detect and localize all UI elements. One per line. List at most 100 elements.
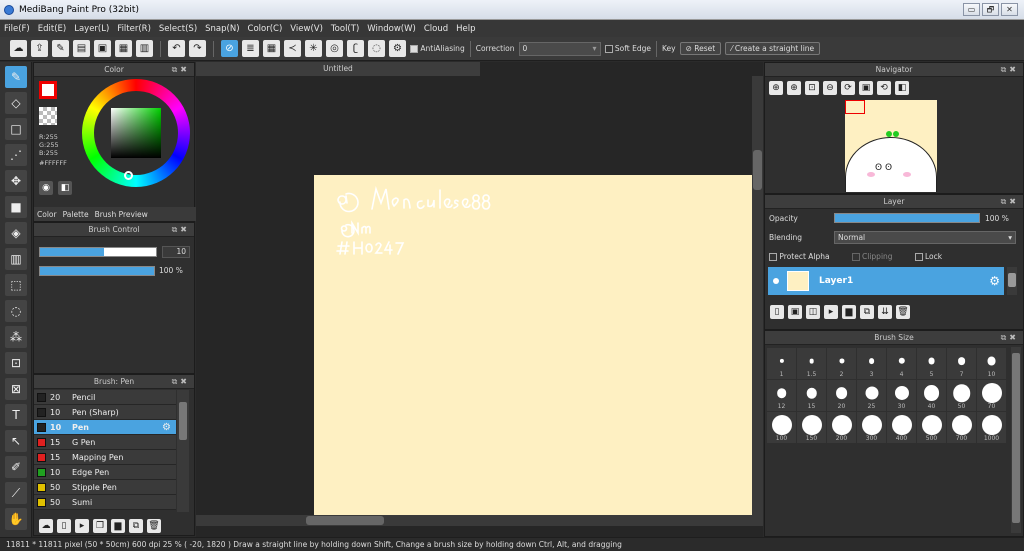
zoom-in-alt-icon[interactable]: ⊕ [787,81,801,95]
menu-window[interactable]: Window(W) [367,24,416,34]
brush-list-item[interactable]: 50 Sumi [34,495,176,510]
lock-checkbox[interactable] [914,253,923,261]
lock-option[interactable]: Lock [914,252,942,261]
brush-list-item[interactable]: 10 Edge Pen [34,465,176,480]
foreground-color-swatch[interactable] [39,81,57,99]
new-halftone-layer-icon[interactable]: ▣ [788,305,802,319]
operation-tool-icon[interactable]: ↖ [5,430,27,452]
menu-color[interactable]: Color(C) [248,24,283,34]
layer-visibility-icon[interactable] [773,278,779,284]
soft-edge-checkbox[interactable] [604,45,613,53]
menu-help[interactable]: Help [456,24,475,34]
brush-size-option[interactable]: 1.5 [797,348,826,379]
panel-controls-icon[interactable]: ⧉✖ [172,63,190,77]
brush-delete-icon[interactable]: 🗑 [147,519,161,533]
undo-icon[interactable]: ↶ [168,40,185,57]
color-wheel-mode-icon[interactable]: ◉ [39,181,53,195]
brush-size-option[interactable]: 70 [977,380,1006,411]
navigator-viewport-rect[interactable] [845,100,865,114]
brush-list-item[interactable]: 50 Stipple Pen [34,480,176,495]
saturation-square[interactable] [111,108,161,158]
fit-icon[interactable]: ⊡ [805,81,819,95]
canvas-tab[interactable]: Untitled [196,62,480,76]
tab-palette[interactable]: Palette [63,210,89,219]
menu-layer[interactable]: Layer(L) [74,24,109,34]
rect-tool-icon[interactable]: □ [5,118,27,140]
lasso-tool-icon[interactable]: ◌ [5,300,27,322]
hue-wheel[interactable] [82,79,190,187]
brush-size-option[interactable]: 400 [887,412,916,443]
brush-size-option[interactable]: 7 [947,348,976,379]
grid-snap-icon[interactable]: ▦ [263,40,280,57]
layer-scrollbar[interactable] [1007,267,1017,295]
brush-size-option[interactable]: 4 [887,348,916,379]
brush-cloud-icon[interactable]: ☁ [39,519,53,533]
hue-marker[interactable] [124,171,133,180]
brush-size-option[interactable]: 15 [797,380,826,411]
protect-alpha-checkbox[interactable] [769,253,777,261]
brush-settings-icon[interactable]: ⚙ [162,422,171,433]
brush-size-option[interactable]: 20 [827,380,856,411]
panel-icon[interactable]: ▥ [136,40,153,57]
menu-filter[interactable]: Filter(R) [117,24,151,34]
brush-size-option[interactable]: 12 [767,380,796,411]
brush-size-option[interactable]: 200 [827,412,856,443]
reset-rotation-icon[interactable]: ⟲ [877,81,891,95]
brush-list-scrollbar[interactable] [177,390,189,512]
menu-snap[interactable]: Snap(N) [205,24,239,34]
correction-select[interactable]: 0 [518,41,601,56]
panel-controls-icon[interactable]: ⧉✖ [1001,63,1019,77]
brush-size-option[interactable]: 1 [767,348,796,379]
canvas-horizontal-scroll-thumb[interactable] [306,516,384,525]
navigator-preview[interactable]: ʘ ʘ [845,100,937,192]
dot-tool-icon[interactable]: ⋰ [5,144,27,166]
upload-icon[interactable]: ⇪ [31,40,48,57]
brush-size-value[interactable]: 10 [162,246,190,258]
brush-size-option[interactable]: 30 [887,380,916,411]
close-button[interactable]: ✕ [1001,3,1018,16]
select-eraser-tool-icon[interactable]: ⊠ [5,378,27,400]
snap-off-icon[interactable]: ⊘ [221,40,238,57]
clipping-checkbox[interactable] [851,253,860,261]
merge-layer-icon[interactable]: ⇊ [878,305,892,319]
brush-add-icon[interactable]: ▸ [75,519,89,533]
menu-edit[interactable]: Edit(E) [38,24,66,34]
brush-size-option[interactable]: 5 [917,348,946,379]
snap-settings-icon[interactable]: ⚙ [389,40,406,57]
divide-tool-icon[interactable]: ⟋ [5,482,27,504]
bucket-tool-icon[interactable]: ◈ [5,222,27,244]
brush-size-option[interactable]: 10 [977,348,1006,379]
eyedropper-tool-icon[interactable]: ✐ [5,456,27,478]
panel-controls-icon[interactable]: ⧉✖ [172,223,190,237]
brush-size-option[interactable]: 25 [857,380,886,411]
menu-file[interactable]: File(F) [4,24,30,34]
brush-list-item[interactable]: 20 Pencil [34,390,176,405]
brush-size-slider[interactable] [39,247,157,257]
brush-folder-icon[interactable]: ▆ [111,519,125,533]
minimize-button[interactable]: ▭ [963,3,980,16]
clipping-option[interactable]: Clipping [851,252,893,261]
blending-select[interactable]: Normal ▾ [834,231,1016,244]
brush-size-option[interactable]: 500 [917,412,946,443]
layer-opacity-slider[interactable] [834,213,980,223]
brush-size-option[interactable]: 1000 [977,412,1006,443]
brush-new-icon[interactable]: ▯ [57,519,71,533]
delete-layer-icon[interactable]: 🗑 [896,305,910,319]
flip-icon[interactable]: ◧ [895,81,909,95]
eraser-tool-icon[interactable]: ◇ [5,92,27,114]
rotate-icon[interactable]: ⟳ [841,81,855,95]
brush-size-option[interactable]: 3 [857,348,886,379]
hand-tool-icon[interactable]: ✋ [5,508,27,530]
comment-icon[interactable]: ✎ [52,40,69,57]
layout-icon[interactable]: ▦ [115,40,132,57]
duplicate-layer-icon[interactable]: ⧉ [860,305,874,319]
brush-size-option[interactable]: 2 [827,348,856,379]
new-8bit-layer-icon[interactable]: ◫ [806,305,820,319]
brush-list-item[interactable]: 10 Pen (Sharp) [34,405,176,420]
brush-tool-icon[interactable]: ✎ [5,66,27,88]
parallel-snap-icon[interactable]: ≣ [242,40,259,57]
concentric-snap-icon[interactable]: ◎ [326,40,343,57]
panel-controls-icon[interactable]: ⧉✖ [1001,331,1019,345]
panel-controls-icon[interactable]: ⧉✖ [172,375,190,389]
brush-size-option[interactable]: 50 [947,380,976,411]
